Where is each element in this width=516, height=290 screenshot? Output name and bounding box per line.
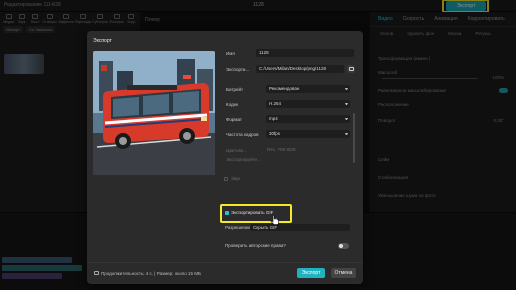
copyright-check-label: Проверить авторские права? (225, 243, 286, 248)
color-space-label: Цветово... (226, 148, 248, 153)
bitrate-value: Рекомендован (269, 86, 300, 91)
toggle-knob (339, 244, 343, 248)
audio-export-label: Экспортируйте... (226, 157, 261, 162)
fps-label: Частота кадров (226, 132, 259, 137)
chevron-down-icon (345, 133, 348, 135)
resolution-value: Скрыть GIF (253, 225, 278, 230)
gif-highlight-box (220, 204, 292, 223)
name-label: Имя (226, 51, 235, 56)
codec-label: Кодек (226, 102, 239, 107)
audio-section-label: Звук (231, 176, 241, 181)
bitrate-select[interactable]: Рекомендован (266, 85, 350, 93)
dialog-title: Экспорт (93, 38, 112, 44)
export-path-label: Экспорти... (226, 67, 250, 72)
audio-checkbox[interactable] (224, 177, 228, 181)
chevron-down-icon (345, 118, 348, 120)
chevron-down-icon (345, 88, 348, 90)
chevron-down-icon (345, 103, 348, 105)
format-value: mp4 (269, 116, 278, 121)
color-space-value: Rec. 709 SDR (267, 147, 296, 152)
export-path-input[interactable]: C:/Users/Milan/Desktop/png/1128 (256, 65, 344, 73)
settings-scrollbar[interactable] (353, 113, 355, 163)
format-label: Формат (226, 117, 242, 122)
format-select[interactable]: mp4 (266, 115, 350, 123)
export-preview-image (93, 51, 215, 175)
codec-select[interactable]: H.264 (266, 100, 350, 108)
copyright-toggle[interactable] (338, 243, 349, 249)
hand-cursor-icon (270, 215, 279, 225)
fps-select[interactable]: 30fps (266, 130, 350, 138)
film-icon (94, 271, 99, 275)
dialog-footer-divider (87, 262, 363, 263)
folder-browse-button[interactable] (347, 65, 355, 73)
dialog-cancel-button[interactable]: Отмена (331, 268, 356, 278)
fps-value: 30fps (269, 131, 281, 136)
duration-size-text: Продолжительность: 4 с. | Размер: около … (101, 271, 201, 276)
resolution-select[interactable]: Скрыть GIF (250, 224, 350, 231)
resolution-label: Разрешение (225, 225, 251, 230)
bitrate-label: Битрейт (226, 87, 244, 92)
name-input[interactable]: 1128 (256, 49, 354, 57)
dialog-export-button[interactable]: Экспорт (297, 268, 325, 278)
codec-value: H.264 (269, 101, 282, 106)
folder-icon (348, 67, 354, 71)
